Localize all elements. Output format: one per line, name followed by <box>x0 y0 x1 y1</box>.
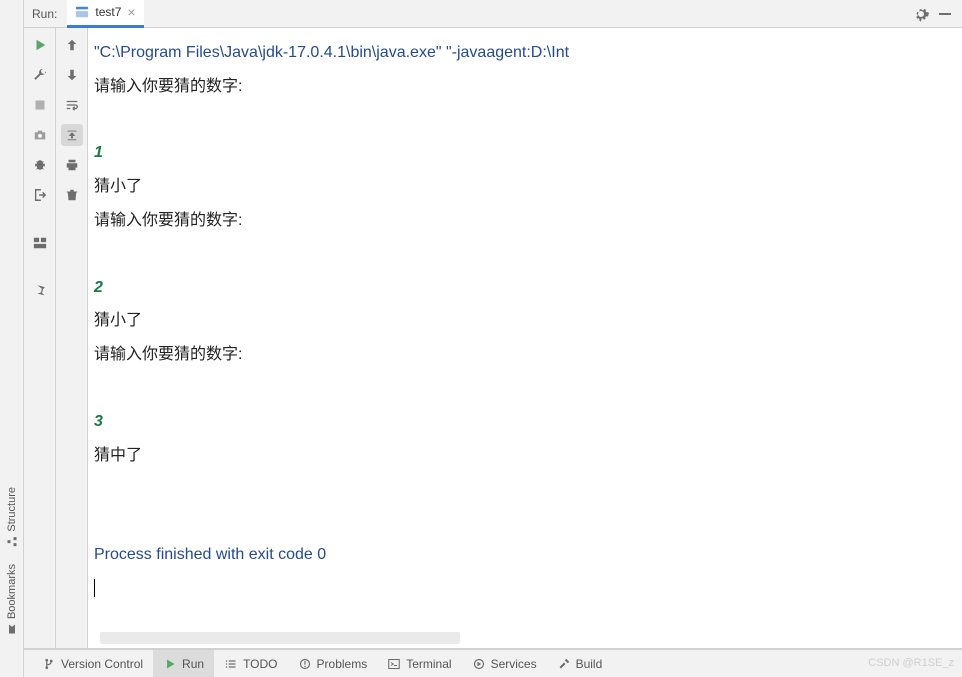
tab-todo[interactable]: TODO <box>214 650 287 677</box>
tab-run[interactable]: Run <box>153 650 214 677</box>
run-panel-header: Run: test7 × <box>24 0 962 28</box>
app-icon <box>75 5 89 19</box>
close-icon[interactable]: × <box>127 5 135 19</box>
rail-structure[interactable]: Structure <box>6 479 18 556</box>
arrow-up-icon[interactable] <box>61 34 83 56</box>
console-result-2: 猜小了 <box>94 312 142 329</box>
console-result-1: 猜小了 <box>94 178 142 195</box>
pin-icon[interactable] <box>29 280 51 302</box>
panel-title: Run: <box>32 7 57 21</box>
tab-problems[interactable]: Problems <box>288 650 378 677</box>
layout-icon[interactable] <box>29 232 51 254</box>
play-icon <box>163 657 177 671</box>
hammer-icon <box>557 657 571 671</box>
console-input-3: 3 <box>94 413 103 430</box>
console-actions-column <box>56 28 88 648</box>
left-tool-rail: Structure Bookmarks <box>0 0 24 677</box>
console-cmd-line: "C:\Program Files\Java\jdk-17.0.4.1\bin\… <box>94 44 569 61</box>
rerun-icon[interactable] <box>29 34 51 56</box>
console-prompt-1: 请输入你要猜的数字: <box>94 78 242 95</box>
terminal-icon <box>387 657 401 671</box>
run-actions-column <box>24 28 56 648</box>
console-prompt-3: 请输入你要猜的数字: <box>94 346 242 363</box>
print-icon[interactable] <box>61 154 83 176</box>
tab-label: test7 <box>95 5 121 19</box>
rail-structure-label: Structure <box>6 487 18 532</box>
exit-icon[interactable] <box>29 184 51 206</box>
console-input-2: 2 <box>94 279 103 296</box>
camera-icon[interactable] <box>29 124 51 146</box>
gear-icon[interactable] <box>912 5 930 23</box>
bookmark-icon <box>6 623 18 635</box>
tab-version-control[interactable]: Version Control <box>32 650 153 677</box>
console-exit-line: Process finished with exit code 0 <box>94 546 326 563</box>
wrench-icon[interactable] <box>29 64 51 86</box>
list-icon <box>224 657 238 671</box>
rail-bookmarks-label: Bookmarks <box>6 564 18 619</box>
branch-icon <box>42 657 56 671</box>
structure-icon <box>6 536 18 548</box>
bottom-tool-bar: Version Control Run TODO Problems Termin… <box>24 649 962 677</box>
rail-bookmarks[interactable]: Bookmarks <box>6 556 18 643</box>
console-prompt-2: 请输入你要猜的数字: <box>94 212 242 229</box>
minimize-icon[interactable] <box>936 5 954 23</box>
soft-wrap-icon[interactable] <box>61 94 83 116</box>
warning-icon <box>298 657 312 671</box>
console-output[interactable]: "C:\Program Files\Java\jdk-17.0.4.1\bin\… <box>88 28 962 648</box>
bug-icon[interactable] <box>29 154 51 176</box>
tab-terminal[interactable]: Terminal <box>377 650 461 677</box>
scroll-to-end-icon[interactable] <box>61 124 83 146</box>
stop-icon[interactable] <box>29 94 51 116</box>
run-config-tab[interactable]: test7 × <box>67 0 143 28</box>
console-result-3: 猜中了 <box>94 447 142 464</box>
trash-icon[interactable] <box>61 184 83 206</box>
tab-build[interactable]: Build <box>547 650 613 677</box>
services-icon <box>472 657 486 671</box>
arrow-down-icon[interactable] <box>61 64 83 86</box>
tab-services[interactable]: Services <box>462 650 547 677</box>
watermark-text: CSDN @R1SE_z <box>868 657 954 669</box>
text-caret <box>94 579 95 597</box>
console-input-1: 1 <box>94 144 103 161</box>
horizontal-scrollbar[interactable] <box>100 632 460 644</box>
